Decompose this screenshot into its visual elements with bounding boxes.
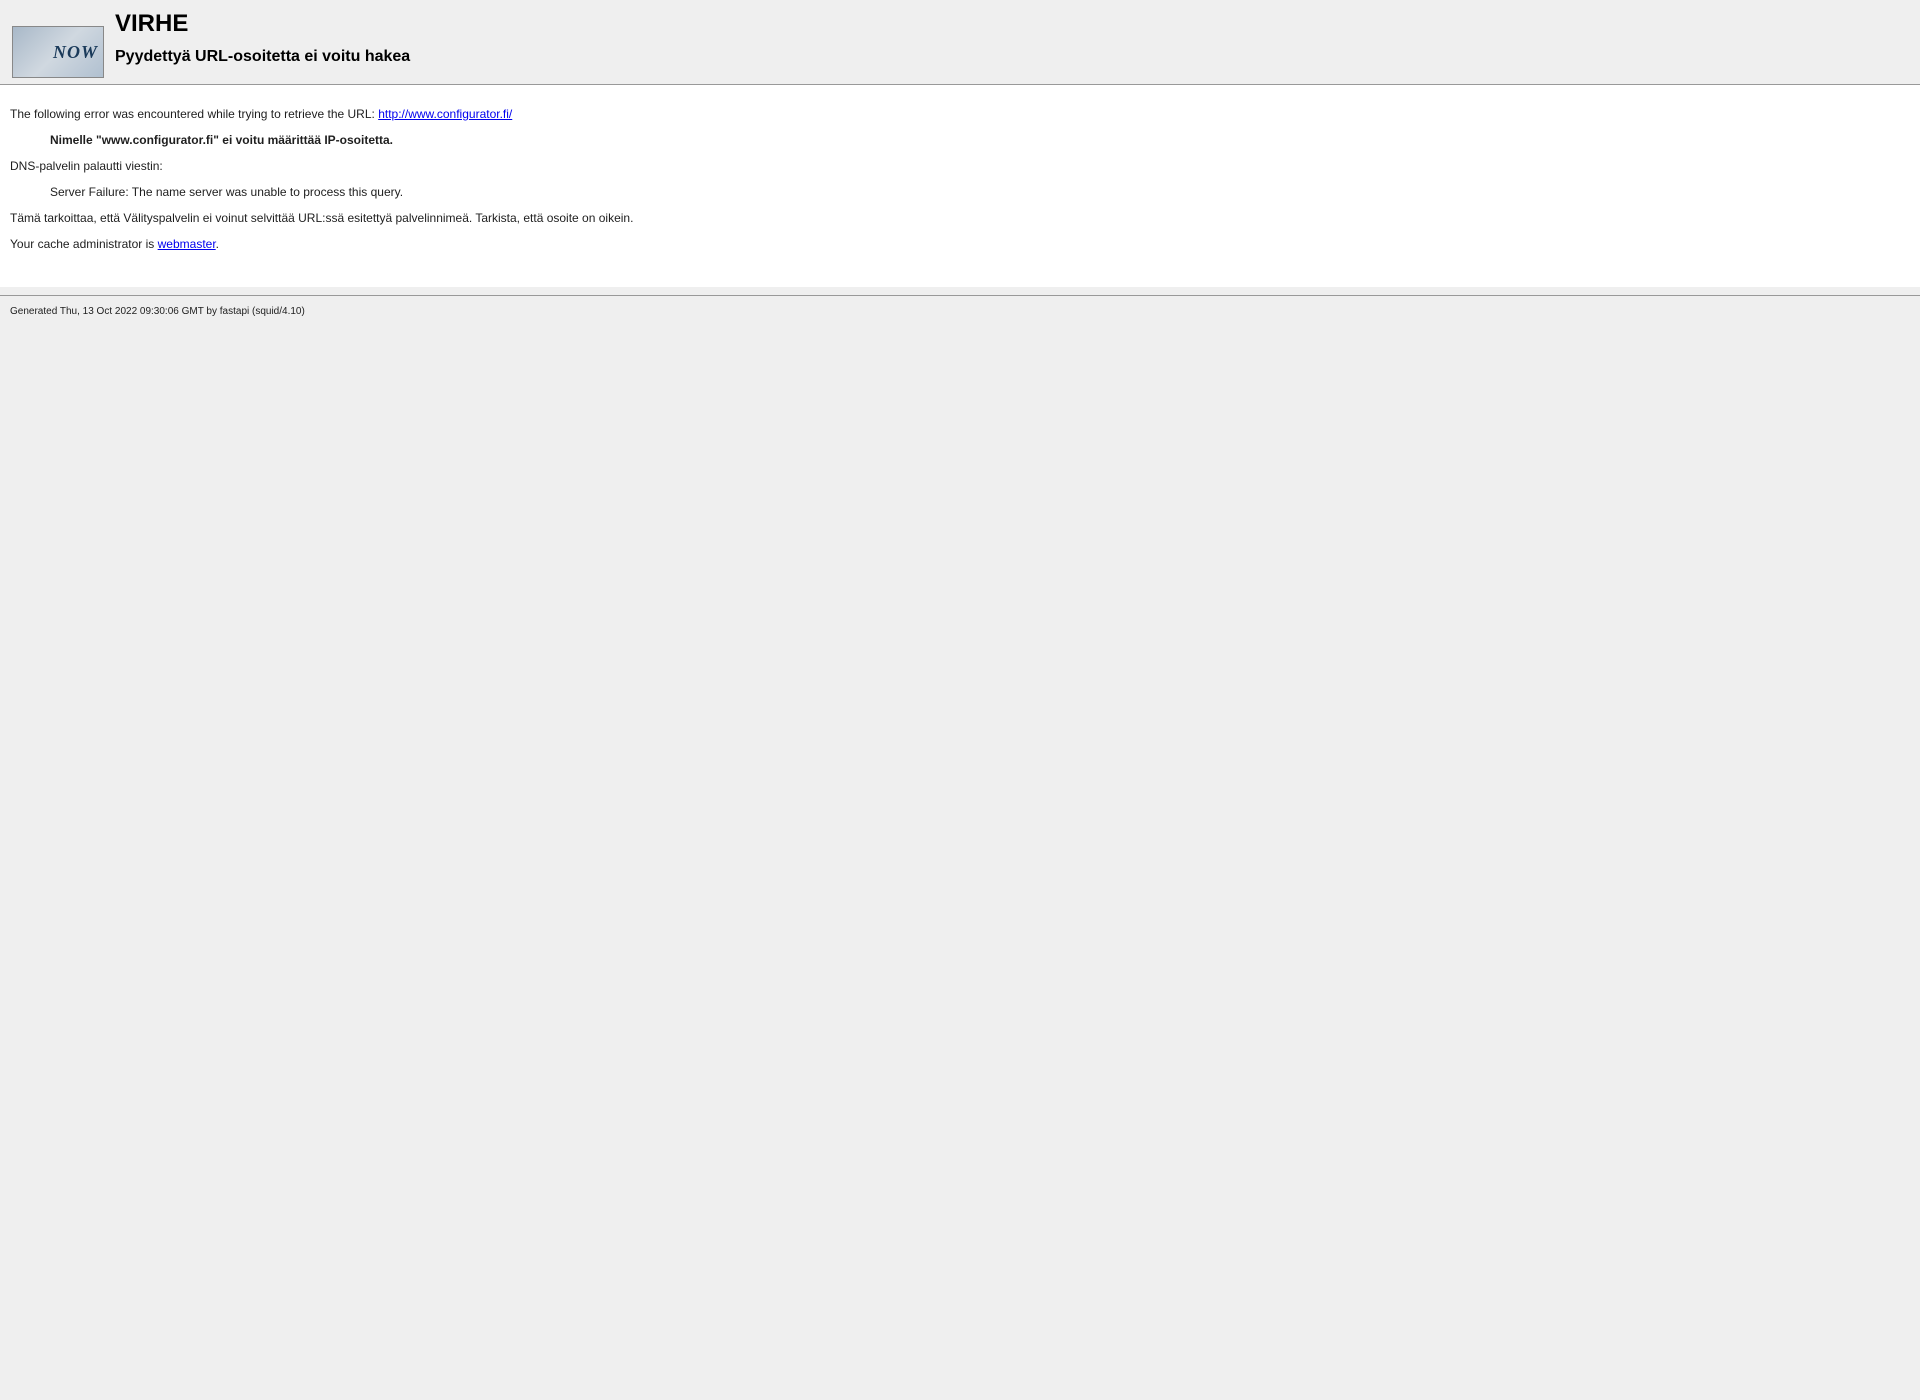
error-message-bold: Nimelle "www.configurator.fi" ei voitu m…	[50, 133, 393, 147]
intro-text: The following error was encountered whil…	[10, 107, 378, 121]
webmaster-link[interactable]: webmaster	[158, 237, 216, 251]
explanation-text: Tämä tarkoittaa, että Välityspalvelin ei…	[10, 211, 1910, 225]
error-message: Nimelle "www.configurator.fi" ei voitu m…	[50, 133, 1910, 147]
squid-icon: NOW	[12, 26, 104, 78]
generated-text: Generated Thu, 13 Oct 2022 09:30:06 GMT …	[10, 306, 1910, 317]
server-failure-text: Server Failure: The name server was unab…	[50, 185, 1910, 199]
error-blockquote: Nimelle "www.configurator.fi" ei voitu m…	[50, 133, 1910, 147]
server-failure-blockquote: Server Failure: The name server was unab…	[50, 185, 1910, 199]
admin-text: Your cache administrator is	[10, 237, 158, 251]
dns-text: DNS-palvelin palautti viestin:	[10, 159, 1910, 173]
admin-period: .	[216, 237, 219, 251]
error-subtitle: Pyydettyä URL-osoitetta ei voitu hakea	[115, 48, 1910, 66]
error-title: VIRHE	[115, 10, 1910, 38]
intro-paragraph: The following error was encountered whil…	[10, 107, 1910, 121]
squid-icon-text: NOW	[53, 42, 98, 63]
titles-section: VIRHE Pyydettyä URL-osoitetta ei voitu h…	[15, 0, 1920, 76]
content-section: The following error was encountered whil…	[0, 85, 1920, 287]
error-url-link[interactable]: http://www.configurator.fi/	[378, 107, 512, 121]
footer-section: Generated Thu, 13 Oct 2022 09:30:06 GMT …	[0, 296, 1920, 338]
admin-paragraph: Your cache administrator is webmaster.	[10, 237, 1910, 251]
